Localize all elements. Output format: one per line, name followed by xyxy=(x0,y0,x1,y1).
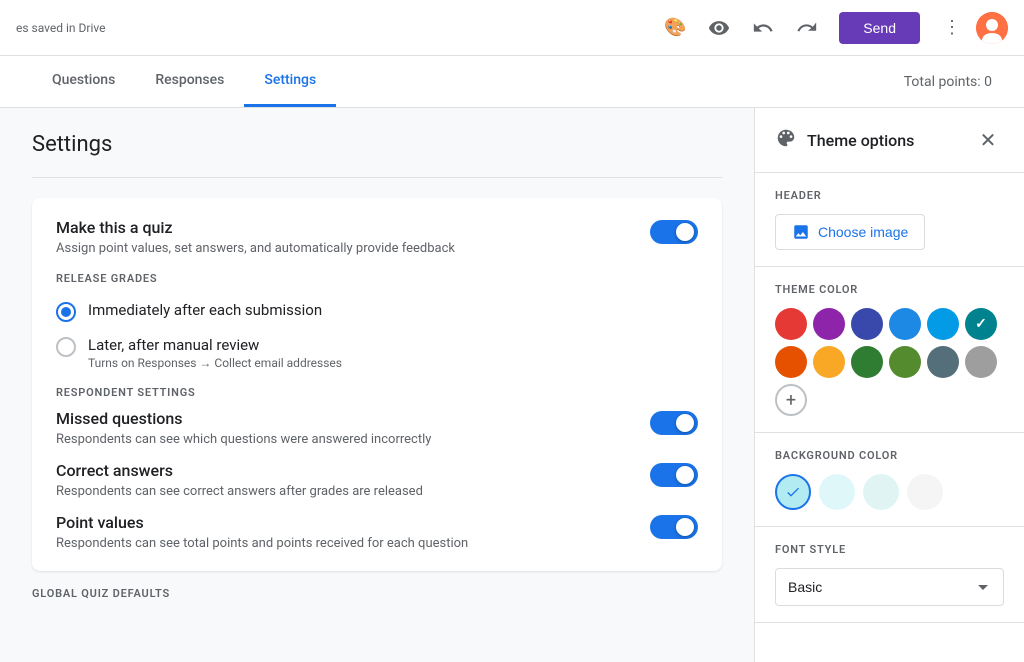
correct-answers-slider xyxy=(650,463,698,487)
more-options-button[interactable]: ⋮ xyxy=(932,8,972,48)
release-grades-group: Immediately after each submission Later,… xyxy=(56,301,698,370)
quiz-toggle-slider xyxy=(650,220,698,244)
divider xyxy=(32,177,722,178)
radio-immediately[interactable]: Immediately after each submission xyxy=(56,301,698,322)
redo-button[interactable] xyxy=(787,8,827,48)
release-grades-label: RELEASE GRADES xyxy=(56,272,698,285)
send-button[interactable]: Send xyxy=(839,12,920,44)
theme-header-left: Theme options xyxy=(775,127,914,154)
quiz-title: Make this a quiz xyxy=(56,218,634,237)
correct-answers-desc: Respondents can see correct answers afte… xyxy=(56,484,634,499)
radio-immediately-text: Immediately after each submission xyxy=(88,301,322,319)
theme-color-swatch-10[interactable] xyxy=(927,346,959,378)
bg-color-swatch-1[interactable] xyxy=(819,474,855,510)
correct-answers-info: Correct answers Respondents can see corr… xyxy=(56,461,634,499)
point-values-row: Point values Respondents can see total p… xyxy=(56,513,698,551)
radio-immediately-circle xyxy=(56,302,76,322)
bg-color-swatch-0[interactable] xyxy=(775,474,811,510)
quiz-row: Make this a quiz Assign point values, se… xyxy=(56,218,698,256)
add-custom-color-button[interactable]: + xyxy=(775,384,807,416)
theme-color-grid: + xyxy=(775,308,1004,416)
point-values-desc: Respondents can see total points and poi… xyxy=(56,536,634,551)
radio-later-circle xyxy=(56,337,76,357)
theme-color-swatch-0[interactable] xyxy=(775,308,807,340)
font-style-section: FONT STYLE BasicDecorativeFormalPlayful xyxy=(755,527,1024,623)
radio-later[interactable]: Later, after manual review Turns on Resp… xyxy=(56,336,698,370)
bg-color-row xyxy=(775,474,1004,510)
missed-questions-info: Missed questions Respondents can see whi… xyxy=(56,409,634,447)
theme-title: Theme options xyxy=(807,131,914,150)
theme-color-swatch-2[interactable] xyxy=(851,308,883,340)
avatar[interactable] xyxy=(976,12,1008,44)
theme-color-swatch-11[interactable] xyxy=(965,346,997,378)
theme-palette-icon xyxy=(775,127,797,154)
theme-color-swatch-8[interactable] xyxy=(851,346,883,378)
bg-color-swatch-3[interactable] xyxy=(907,474,943,510)
quiz-info: Make this a quiz Assign point values, se… xyxy=(56,218,634,256)
quiz-toggle[interactable] xyxy=(650,220,698,244)
point-values-info: Point values Respondents can see total p… xyxy=(56,513,634,551)
missed-questions-row: Missed questions Respondents can see whi… xyxy=(56,409,698,447)
font-style-select[interactable]: BasicDecorativeFormalPlayful xyxy=(775,568,1004,606)
theme-close-button[interactable]: ✕ xyxy=(972,124,1004,156)
theme-color-section: THEME COLOR + xyxy=(755,267,1024,433)
tab-questions[interactable]: Questions xyxy=(32,56,135,107)
bg-color-label: BACKGROUND COLOR xyxy=(775,449,1004,462)
tabs-bar: Questions Responses Settings Total point… xyxy=(0,56,1024,108)
theme-color-swatch-5[interactable] xyxy=(965,308,997,340)
quiz-desc: Assign point values, set answers, and au… xyxy=(56,241,634,256)
missed-questions-desc: Respondents can see which questions were… xyxy=(56,432,634,447)
missed-questions-slider xyxy=(650,411,698,435)
saved-status: es saved in Drive xyxy=(16,21,106,35)
correct-answers-title: Correct answers xyxy=(56,461,634,480)
header-section-label: HEADER xyxy=(775,189,1004,202)
missed-questions-toggle[interactable] xyxy=(650,411,698,435)
undo-button[interactable] xyxy=(743,8,783,48)
theme-color-swatch-9[interactable] xyxy=(889,346,921,378)
theme-header: Theme options ✕ xyxy=(755,108,1024,173)
point-values-title: Point values xyxy=(56,513,634,532)
total-points: Total points: 0 xyxy=(904,74,992,90)
choose-image-label: Choose image xyxy=(818,224,908,240)
bg-color-section: BACKGROUND COLOR xyxy=(755,433,1024,527)
theme-color-swatch-6[interactable] xyxy=(775,346,807,378)
missed-questions-title: Missed questions xyxy=(56,409,634,428)
theme-color-label: THEME COLOR xyxy=(775,283,1004,296)
settings-panel: Settings Make this a quiz Assign point v… xyxy=(0,108,754,662)
point-values-slider xyxy=(650,515,698,539)
point-values-toggle[interactable] xyxy=(650,515,698,539)
tab-responses[interactable]: Responses xyxy=(135,56,244,107)
tab-settings[interactable]: Settings xyxy=(244,56,336,107)
choose-image-button[interactable]: Choose image xyxy=(775,214,925,250)
font-style-label: FONT STYLE xyxy=(775,543,1004,556)
bg-color-swatch-2[interactable] xyxy=(863,474,899,510)
theme-color-swatch-3[interactable] xyxy=(889,308,921,340)
settings-title: Settings xyxy=(32,132,722,157)
theme-color-swatch-7[interactable] xyxy=(813,346,845,378)
theme-color-swatch-1[interactable] xyxy=(813,308,845,340)
topbar: es saved in Drive 🎨 Send ⋮ xyxy=(0,0,1024,56)
topbar-icons: 🎨 Send ⋮ xyxy=(655,8,1008,48)
respondent-settings-label: RESPONDENT SETTINGS xyxy=(56,386,698,399)
preview-button[interactable] xyxy=(699,8,739,48)
radio-later-text: Later, after manual review Turns on Resp… xyxy=(88,336,342,370)
theme-header-section: HEADER Choose image xyxy=(755,173,1024,267)
correct-answers-row: Correct answers Respondents can see corr… xyxy=(56,461,698,499)
correct-answers-toggle[interactable] xyxy=(650,463,698,487)
main-layout: Settings Make this a quiz Assign point v… xyxy=(0,108,1024,662)
quiz-card: Make this a quiz Assign point values, se… xyxy=(32,198,722,571)
theme-color-swatch-4[interactable] xyxy=(927,308,959,340)
theme-panel: Theme options ✕ HEADER Choose image THEM… xyxy=(754,108,1024,662)
global-label: GLOBAL QUIZ DEFAULTS xyxy=(32,587,722,600)
palette-button[interactable]: 🎨 xyxy=(655,8,695,48)
